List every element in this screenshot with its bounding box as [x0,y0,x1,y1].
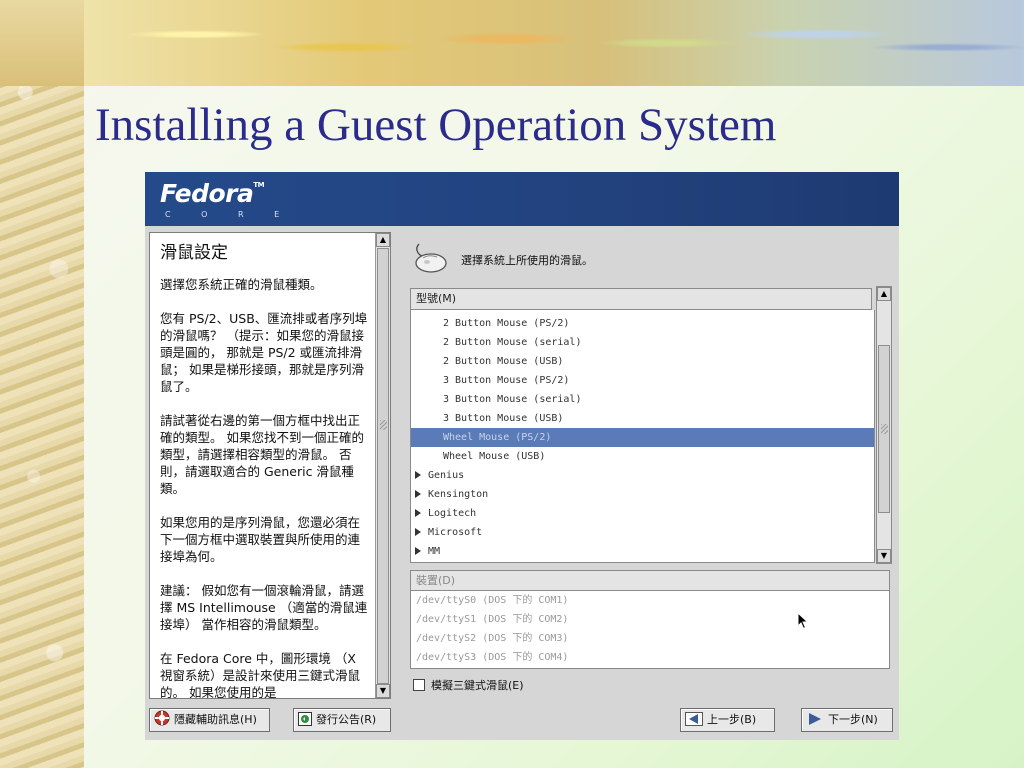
hide-help-button[interactable]: 隱藏輔助訊息(H) [149,708,270,732]
emulate-checkbox[interactable] [413,679,425,691]
model-list-item[interactable]: 2 Button Mouse (PS/2) [411,314,874,333]
help-title: 滑鼠設定 [160,243,228,263]
slide-top-banner [0,0,1024,86]
model-item-label: 3 Button Mouse (PS/2) [443,375,570,386]
device-item[interactable]: /dev/ttyS3 (DOS 下的 COM4) [411,648,889,667]
model-column-header[interactable]: 型號(M) [410,288,872,310]
model-item-label: Microsoft [428,527,483,538]
model-item-label: 3 Button Mouse (USB) [443,413,564,424]
model-scroll-thumb[interactable] [878,345,890,513]
fedora-logo: FedoraTM [160,179,265,208]
device-list[interactable]: /dev/ttyS0 (DOS 下的 COM1) /dev/ttyS1 (DOS… [410,591,890,669]
mouse-model-list[interactable]: 2 Button Mouse (PS/2) 2 Button Mouse (ser… [410,310,875,563]
help-paragraph: 如果您用的是序列滑鼠，您還必須在下一個方框中選取裝置與所使用的連接埠為何。 [160,515,361,564]
scroll-down-arrow-icon[interactable]: ▼ [376,684,390,698]
device-item[interactable]: /dev/ttyS2 (DOS 下的 COM3) [411,629,889,648]
model-item-label: Wheel Mouse (USB) [443,451,546,462]
model-item-label: 2 Button Mouse (USB) [443,356,564,367]
hide-help-label: 隱藏輔助訊息(H) [174,713,257,726]
next-button[interactable]: 下一步(N) [801,708,893,732]
grip-icon [881,424,888,434]
release-notes-button[interactable]: 發行公告(R) [293,708,391,732]
help-paragraph: 您有 PS/2、USB、匯流排或者序列埠的滑鼠嗎？ （提示：如果您的滑鼠接頭是圓… [160,311,368,394]
model-group-item[interactable]: Kensington [411,485,874,504]
help-paragraph: 建議： 假如您有一個滾輪滑鼠，請選擇 MS Intellimouse （適當的滑… [160,583,368,632]
model-group-item[interactable]: Logitech [411,504,874,523]
model-group-item[interactable]: Microsoft [411,523,874,542]
help-paragraph: 在 Fedora Core 中，圖形環境 （X 視窗系統）是設計來使用三鍵式滑鼠… [160,651,361,699]
model-list-item[interactable]: 2 Button Mouse (USB) [411,352,874,371]
model-item-label: Wheel Mouse (PS/2) [443,432,552,443]
slide-title: Installing a Guest Operation System [95,99,777,151]
help-panel: 滑鼠設定 選擇您系統正確的滑鼠種類。 您有 PS/2、USB、匯流排或者序列埠的… [149,232,391,699]
fedora-logo-text: Fedora [160,179,254,208]
fedora-header: FedoraTM C O R E [145,172,899,226]
emulate-three-buttons-option[interactable]: 模擬三鍵式滑鼠(E) [413,677,524,693]
help-scroll-thumb[interactable] [377,248,389,684]
expand-triangle-icon[interactable] [415,528,421,536]
model-item-label: 2 Button Mouse (serial) [443,337,582,348]
model-item-label: Genius [428,470,465,481]
fedora-core-text: C O R E [165,210,294,219]
device-item[interactable]: /dev/ttyS0 (DOS 下的 COM1) [411,591,889,610]
back-button[interactable]: 上一步(B) [680,708,775,732]
scroll-up-arrow-icon[interactable]: ▲ [877,287,891,301]
model-group-item[interactable]: Genius [411,466,874,485]
expand-triangle-icon[interactable] [415,471,421,479]
help-scrollbar[interactable]: ▲ ▼ [375,233,390,698]
instruction-text: 選擇系統上所使用的滑鼠。 [461,254,593,267]
slide-left-decoration [0,0,84,768]
arrow-right-icon [809,713,821,725]
model-item-label: 3 Button Mouse (serial) [443,394,582,405]
help-paragraph: 請試著從右邊的第一個方框中找出正確的類型。 如果您找不到一個正確的類型，請選擇相… [160,413,364,496]
lifebuoy-icon [154,710,170,726]
scroll-down-arrow-icon[interactable]: ▼ [877,549,891,563]
expand-triangle-icon[interactable] [415,490,421,498]
model-list-item[interactable]: Wheel Mouse (PS/2) [411,428,874,447]
help-paragraph: 選擇您系統正確的滑鼠種類。 [160,277,323,292]
model-group-item[interactable]: MM [411,542,874,561]
model-item-label: 2 Button Mouse (PS/2) [443,318,570,329]
model-item-label: Kensington [428,489,489,500]
mouse-pointer-icon [797,612,809,630]
arrow-left-icon [685,712,703,726]
model-list-item[interactable]: 3 Button Mouse (PS/2) [411,371,874,390]
model-item-label: MM [428,546,441,557]
device-column-header[interactable]: 裝置(D) [410,570,890,591]
fedora-logo-tm: TM [253,181,265,189]
expand-triangle-icon[interactable] [415,547,421,555]
mouse-icon [415,243,447,273]
model-list-scrollbar[interactable]: ▲ ▼ [876,286,892,564]
model-list-item[interactable]: 3 Button Mouse (serial) [411,390,874,409]
model-list-item[interactable]: 3 Button Mouse (USB) [411,409,874,428]
model-list-item[interactable]: Wheel Mouse (USB) [411,447,874,466]
back-label: 上一步(B) [707,713,757,726]
device-item[interactable]: /dev/ttyS1 (DOS 下的 COM2) [411,610,889,629]
help-text: 滑鼠設定 選擇您系統正確的滑鼠種類。 您有 PS/2、USB、匯流排或者序列埠的… [160,245,372,699]
model-item-label: Logitech [428,508,477,519]
next-label: 下一步(N) [828,713,878,726]
release-notes-label: 發行公告(R) [316,713,377,726]
model-list-item[interactable]: 2 Button Mouse (serial) [411,333,874,352]
emulate-label: 模擬三鍵式滑鼠(E) [431,679,524,692]
grip-icon [380,420,387,430]
expand-triangle-icon[interactable] [415,509,421,517]
scroll-up-arrow-icon[interactable]: ▲ [376,233,390,247]
installer-window: FedoraTM C O R E 滑鼠設定 選擇您系統正確的滑鼠種類。 您有 P… [145,172,899,740]
release-notes-icon [298,712,312,726]
